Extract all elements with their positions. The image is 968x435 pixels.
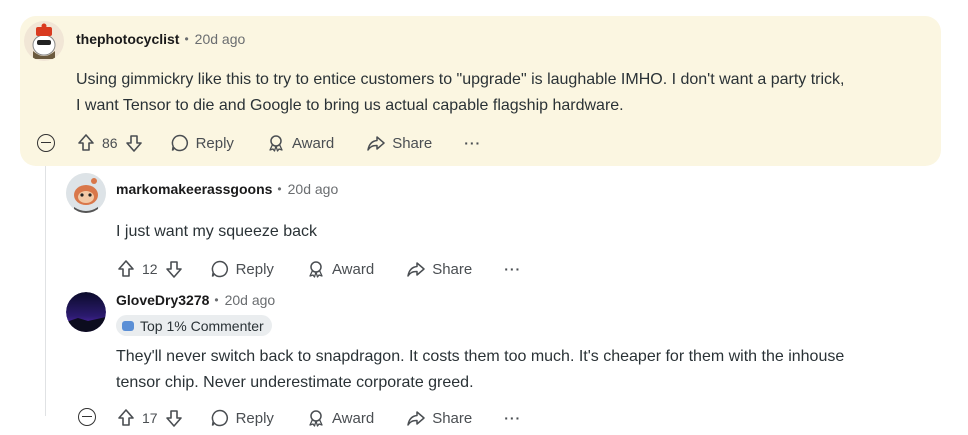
share-button[interactable]: Share (406, 408, 472, 428)
reply-label: Reply (195, 134, 234, 152)
comment-actions: 86 Reply Award Share ··· (76, 128, 481, 158)
upvote-icon[interactable] (76, 133, 96, 153)
avatar[interactable] (24, 21, 64, 61)
author-name[interactable]: thephotocyclist (76, 31, 179, 47)
comment-line: I want Tensor to die and Google to bring… (76, 97, 624, 114)
award-icon (309, 261, 323, 278)
separator-dot: • (184, 32, 189, 46)
badge-icon (122, 320, 134, 331)
vote-group: 17 (116, 408, 184, 428)
comment-line: tensor chip. Never underestimate corpora… (116, 374, 474, 391)
award-button[interactable]: Award (306, 259, 374, 279)
share-label: Share (432, 409, 473, 427)
comment-bubble-icon (171, 134, 188, 152)
downvote-icon[interactable] (164, 408, 184, 428)
reply-label: Reply (235, 260, 274, 278)
reply-label: Reply (235, 409, 274, 427)
share-icon (367, 136, 385, 151)
reply-button[interactable]: Reply (210, 408, 274, 428)
reply-button[interactable]: Reply (170, 133, 234, 153)
thread-line (45, 166, 46, 416)
timestamp[interactable]: 20d ago (288, 181, 339, 197)
comment-body: Using gimmickry like this to try to enti… (76, 67, 845, 119)
comment-line: I just want my squeeze back (116, 223, 317, 240)
avatar[interactable] (66, 173, 106, 213)
share-button[interactable]: Share (406, 259, 472, 279)
upvote-icon[interactable] (116, 259, 136, 279)
vote-count: 86 (102, 135, 118, 151)
more-options-button[interactable]: ··· (504, 410, 521, 426)
collapse-thread-button[interactable] (37, 134, 55, 152)
collapse-thread-button[interactable] (78, 408, 96, 426)
reply-button[interactable]: Reply (210, 259, 274, 279)
vote-count: 12 (142, 261, 158, 277)
separator-dot: • (277, 182, 282, 196)
award-icon (309, 410, 323, 427)
downvote-icon[interactable] (164, 259, 184, 279)
commenter-badge[interactable]: Top 1% Commenter (116, 315, 272, 336)
comment-bubble-icon (211, 260, 228, 278)
author-name[interactable]: markomakeerassgoons (116, 181, 272, 197)
more-options-button[interactable]: ··· (464, 135, 481, 151)
timestamp[interactable]: 20d ago (195, 31, 246, 47)
comment-meta: GloveDry3278 • 20d ago (116, 292, 275, 308)
comment-body: They'll never switch back to snapdragon.… (116, 344, 844, 396)
award-button[interactable]: Award (266, 133, 334, 153)
comment-line: They'll never switch back to snapdragon.… (116, 348, 845, 365)
more-options-button[interactable]: ··· (504, 261, 521, 277)
vote-group: 12 (116, 259, 184, 279)
award-icon (269, 135, 283, 152)
share-icon (407, 262, 425, 277)
upvote-icon[interactable] (116, 408, 136, 428)
timestamp[interactable]: 20d ago (225, 292, 276, 308)
share-icon (407, 411, 425, 426)
comment-meta: thephotocyclist • 20d ago (76, 31, 245, 47)
comment-bubble-icon (211, 409, 228, 427)
separator-dot: • (214, 293, 219, 307)
share-label: Share (432, 260, 473, 278)
comment-actions: 17 Reply Award Share ··· (116, 403, 521, 433)
avatar[interactable] (66, 292, 106, 332)
comment-meta: markomakeerassgoons • 20d ago (116, 181, 338, 197)
award-label: Award (291, 134, 335, 152)
vote-group: 86 (76, 133, 144, 153)
comment-actions: 12 Reply Award Share ··· (116, 254, 521, 284)
author-name[interactable]: GloveDry3278 (116, 292, 209, 308)
award-label: Award (331, 260, 375, 278)
badge-label: Top 1% Commenter (140, 317, 264, 334)
share-button[interactable]: Share (366, 133, 432, 153)
award-button[interactable]: Award (306, 408, 374, 428)
vote-count: 17 (142, 410, 158, 426)
award-label: Award (331, 409, 375, 427)
comment-line: Using gimmickry like this to try to enti… (76, 71, 845, 88)
downvote-icon[interactable] (124, 133, 144, 153)
comment-body: I just want my squeeze back (116, 219, 317, 245)
share-label: Share (392, 134, 433, 152)
